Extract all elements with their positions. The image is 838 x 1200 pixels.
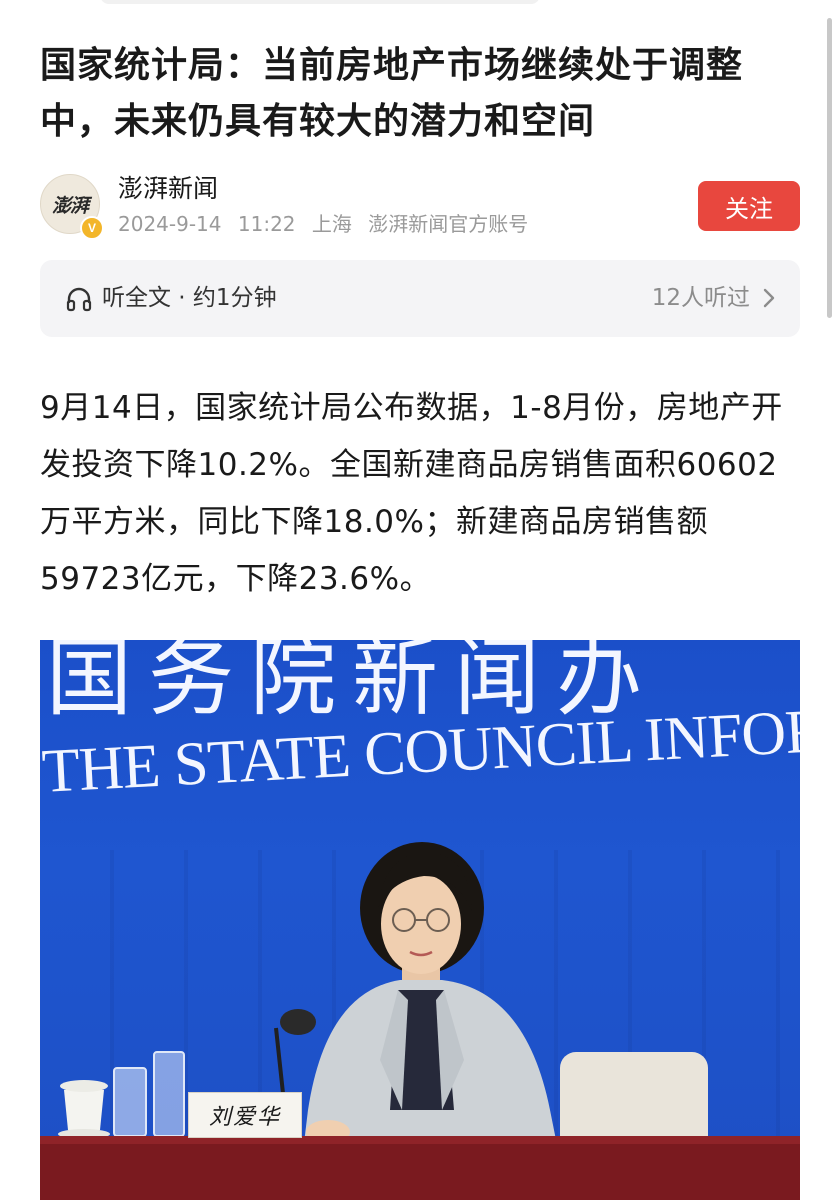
publish-location: 上海: [311, 212, 352, 236]
headphone-icon: [66, 287, 92, 312]
author-name[interactable]: 澎湃新闻: [118, 172, 218, 206]
chevron-right-icon: [763, 288, 775, 308]
publish-time: 11:22: [237, 212, 296, 236]
author-row: 澎湃 V 澎湃新闻 2024-9-14 11:22 上海 澎湃新闻官方账号 关注: [40, 172, 800, 240]
verified-badge-icon: V: [80, 216, 104, 240]
article-paragraph: 9月14日，国家统计局公布数据，1-8月份，房地产开发投资下降10.2%。全国新…: [40, 390, 783, 597]
article-title: 国家统计局：当前房地产市场继续处于调整中，未来仍具有较大的潜力和空间: [40, 45, 744, 142]
publish-date: 2024-9-14: [118, 212, 222, 236]
avatar-text: 澎湃: [51, 194, 89, 217]
speaker-nameplate: 刘爱华: [188, 1092, 302, 1138]
listen-label: 听全文 · 约1分钟: [102, 285, 277, 311]
account-type: 澎湃新闻官方账号: [368, 212, 529, 236]
speaker-illustration: [40, 842, 800, 1200]
top-tab-indicator: [100, 0, 540, 4]
press-conference-photo[interactable]: 国务院新闻办 THE STATE COUNCIL INFORMATION 刘爱华: [40, 640, 800, 1200]
listen-count: 12人听过: [651, 285, 750, 311]
listen-full-text-bar[interactable]: 听全文 · 约1分钟 12人听过: [40, 260, 800, 337]
scrollbar[interactable]: [827, 18, 832, 318]
article-meta: 2024-9-14 11:22 上海 澎湃新闻官方账号: [118, 210, 538, 238]
follow-button[interactable]: 关注: [698, 181, 800, 231]
